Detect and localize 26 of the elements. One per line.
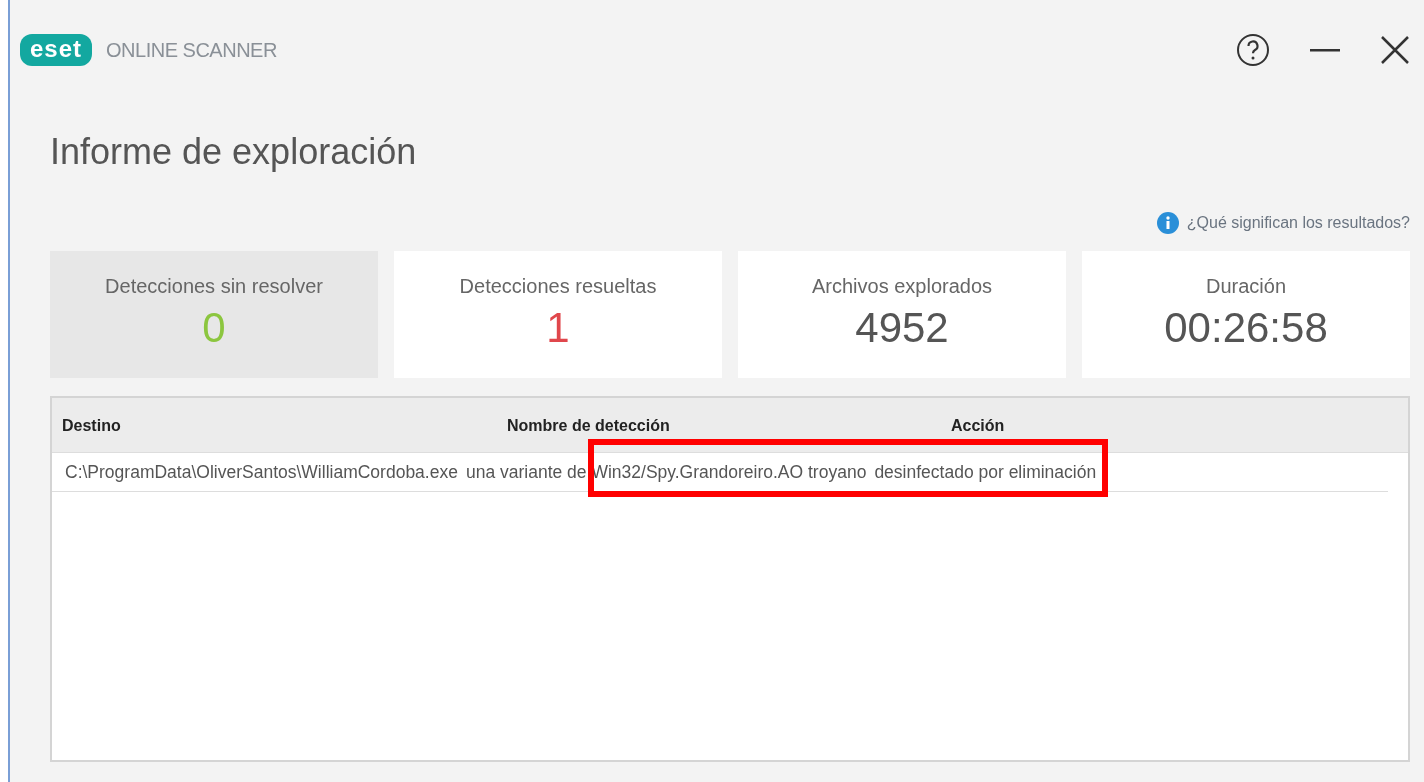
stat-label: Duración <box>1205 274 1286 300</box>
page-heading: Informe de exploración <box>50 130 418 174</box>
stat-value: 0 <box>202 303 226 354</box>
close-icon[interactable] <box>1380 35 1410 65</box>
stat-card[interactable]: Detecciones resueltas 1 <box>394 251 722 379</box>
column-header: Nombre de detección <box>507 416 671 437</box>
stat-card[interactable]: Detecciones sin resolver 0 <box>50 251 378 379</box>
info-icon <box>1156 212 1179 235</box>
eset-logo: eset <box>20 34 93 66</box>
stat-label: Detecciones resueltas <box>459 274 657 300</box>
stat-value: 00:26:58 <box>1164 303 1328 354</box>
table-cell-text: C:\ProgramData\OliverSantos\WilliamCordoba.exe <box>65 461 458 485</box>
stat-value: 1 <box>546 303 570 354</box>
stat-value: 4952 <box>855 303 949 354</box>
stat-label: Detecciones sin resolver <box>105 274 323 300</box>
stat-card[interactable]: Archivos explorados 4952 <box>738 251 1066 379</box>
column-header: Destino <box>62 416 122 437</box>
stat-label: Archivos explorados <box>811 274 993 300</box>
table-cell-text: desinfectado por eliminación <box>874 461 1097 485</box>
help-link[interactable]: ¿Qué significan los resultados? <box>1186 211 1410 236</box>
column-header: Acción <box>951 416 1006 437</box>
app-title: ONLINE SCANNER <box>106 38 277 63</box>
table-cell-text: una variante de Win32/Spy.Grandoreiro.AO troyano <box>465 461 867 485</box>
minimize-icon[interactable] <box>1310 48 1340 52</box>
stat-card[interactable]: Duración 00:26:58 <box>1082 251 1410 379</box>
help-icon[interactable] <box>1236 33 1270 67</box>
